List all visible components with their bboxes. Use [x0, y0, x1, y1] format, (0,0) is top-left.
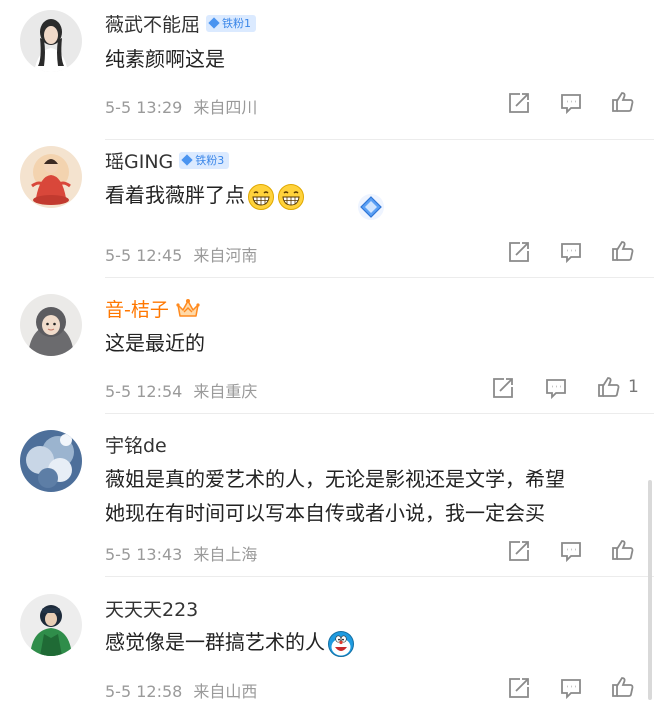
comment-meta: 5-5 13:43 来自上海: [105, 541, 263, 565]
share-icon[interactable]: [507, 539, 531, 563]
like-icon[interactable]: [611, 90, 635, 114]
crown-icon: [176, 299, 200, 317]
like-icon[interactable]: [611, 675, 635, 699]
avatar[interactable]: [20, 146, 82, 208]
comment-text: 她现在有时间可以写本自传或者小说，我一定会买: [105, 501, 545, 525]
grin-emoji: [277, 183, 305, 211]
comment-icon[interactable]: [559, 91, 583, 115]
comment-date: 5-5 12:45: [105, 246, 183, 265]
username[interactable]: 薇武不能屈: [105, 10, 200, 37]
comment-item: 宇铭de 薇姐是真的爱艺术的人，无论是影视还是文学，希望 她现在有时间可以写本自…: [0, 414, 654, 576]
doraemon-emoji: [327, 630, 355, 658]
diamond-sticker-icon: [354, 192, 388, 222]
comment-item: 薇武不能屈 铁粉1 纯素颜啊这是 5-5 13:29 来自四川: [0, 0, 654, 140]
comment-location: 来自山西: [193, 682, 258, 701]
comment-text: 看着我薇胖了点: [105, 178, 305, 212]
comment-text: 薇姐是真的爱艺术的人，无论是影视还是文学，希望: [105, 467, 565, 491]
comment-text-content: 看着我薇胖了点: [105, 183, 245, 207]
comment-icon[interactable]: [544, 376, 568, 400]
share-icon[interactable]: [491, 376, 515, 400]
share-icon[interactable]: [507, 91, 531, 115]
comment-icon[interactable]: [559, 539, 583, 563]
comment-date: 5-5 12:54: [105, 382, 183, 401]
diamond-icon: [208, 17, 220, 29]
comment-location: 来自四川: [193, 98, 258, 117]
comment-location: 来自重庆: [193, 382, 258, 401]
comment-item: 天天天223 感觉像是一群搞艺术的人 5-5 12:58 来自山西: [0, 577, 654, 711]
comment-icon[interactable]: [559, 240, 583, 264]
comment-meta: 5-5 13:29 来自四川: [105, 94, 263, 118]
fan-badge: 铁粉1: [206, 14, 257, 32]
username[interactable]: 天天天223: [105, 595, 198, 622]
comment-date: 5-5 13:43: [105, 545, 183, 564]
comment-meta: 5-5 12:45 来自河南: [105, 242, 263, 266]
scrollbar[interactable]: [648, 480, 652, 700]
comment-item: 音-桔子 这是最近的 5-5 12:54 来自重庆 1: [0, 278, 654, 414]
like-count: 1: [628, 377, 639, 397]
username[interactable]: 宇铭de: [105, 431, 167, 458]
avatar[interactable]: [20, 294, 82, 356]
avatar[interactable]: [20, 10, 82, 72]
comment-meta: 5-5 12:58 来自山西: [105, 678, 263, 702]
comment-icon[interactable]: [559, 676, 583, 700]
like-icon[interactable]: [611, 538, 635, 562]
avatar[interactable]: [20, 594, 82, 656]
comment-text: 纯素颜啊这是: [105, 47, 225, 71]
share-icon[interactable]: [507, 240, 531, 264]
grin-emoji: [247, 183, 275, 211]
share-icon[interactable]: [507, 676, 531, 700]
comment-item: 瑶GING 铁粉3 看着我薇胖了点 5-5 12:45 来自河南: [0, 140, 654, 278]
comment-text: 感觉像是一群搞艺术的人: [105, 625, 355, 659]
comment-date: 5-5 13:29: [105, 98, 183, 117]
like-icon[interactable]: [597, 375, 621, 399]
comment-meta: 5-5 12:54 来自重庆: [105, 378, 263, 402]
comment-date: 5-5 12:58: [105, 682, 183, 701]
username[interactable]: 音-桔子: [105, 295, 169, 322]
like-icon[interactable]: [611, 239, 635, 263]
fan-badge: 铁粉3: [179, 151, 230, 169]
comment-location: 来自河南: [193, 246, 258, 265]
comment-text-content: 感觉像是一群搞艺术的人: [105, 630, 325, 654]
comment-text: 这是最近的: [105, 331, 205, 355]
diamond-icon: [181, 154, 193, 166]
comment-location: 来自上海: [193, 545, 258, 564]
username[interactable]: 瑶GING: [105, 147, 173, 174]
avatar[interactable]: [20, 430, 82, 492]
